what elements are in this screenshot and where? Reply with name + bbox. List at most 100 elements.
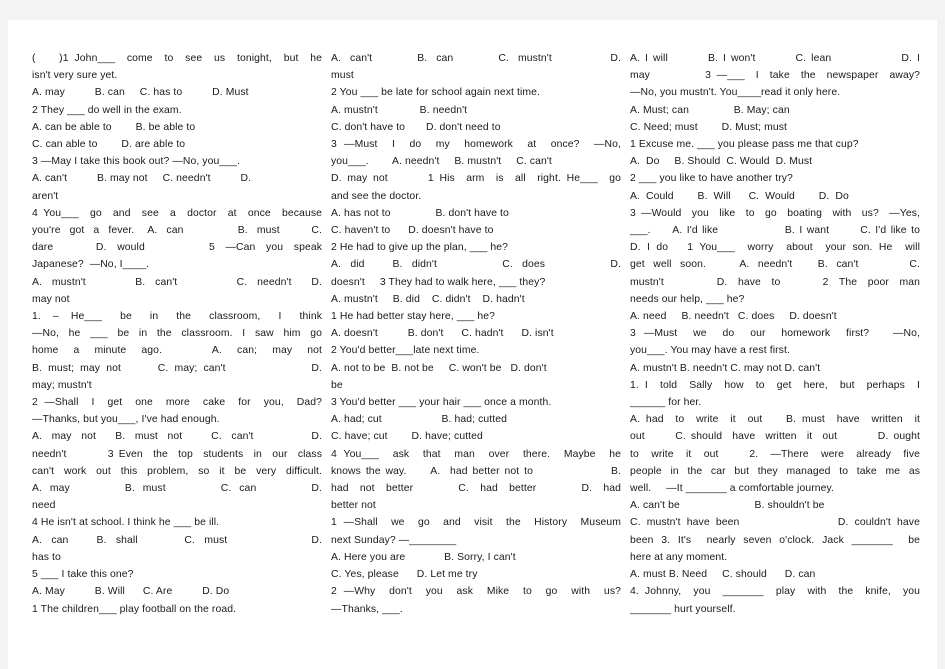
exercise-text-line: may; mustn't xyxy=(32,379,92,391)
exercise-text-line: dare D. would 5 —Can you speak xyxy=(32,242,322,254)
exercise-text-line: need xyxy=(32,500,56,512)
exercise-text-line: 3 You'd better ___ your hair ___ once a … xyxy=(331,397,552,409)
exercise-text-line: —Thanks, ___. xyxy=(331,603,403,615)
exercise-text-line: C. have; cut D. have; cutted xyxy=(331,431,483,443)
exercise-text-line: A. can't B. can C. mustn't D. xyxy=(331,53,621,64)
exercise-text-line: 2 —Shall I get one more cake for you, Da… xyxy=(32,397,322,409)
exercise-text-line: A. mustn't B. needn't C. may not D. can'… xyxy=(630,362,821,374)
exercise-text-line: C. Need; must D. Must; must xyxy=(630,121,787,133)
exercise-text-line: 2 —Why don't you ask Mike to go with us? xyxy=(331,586,621,598)
exercise-text-line: 3 —May I take this book out? —No, you___… xyxy=(32,156,240,168)
exercise-text-line: can't work out this problem, so it be ve… xyxy=(32,465,322,477)
exercise-text-line: C. can able to D. are able to xyxy=(32,139,186,151)
exercise-text-line: get well soon. A. needn't B. can't C. xyxy=(630,259,920,271)
exercise-text-line: A. had to write it out B. must have writ… xyxy=(630,414,920,426)
exercise-text-line: knows the way. A. had better not to B. xyxy=(331,465,621,477)
exercise-text-line: 1 —Shall we go and visit the History Mus… xyxy=(331,517,621,529)
exercise-text-line: A. can be able to B. be able to xyxy=(32,121,196,133)
exercise-text-line: A. not to be B. not be C. won't be D. do… xyxy=(331,362,547,374)
exercise-text-line: has to xyxy=(32,551,61,563)
exercise-text-line: you___. A. needn't B. mustn't C. can't xyxy=(331,156,552,168)
exercise-text-line: 3 —Must I do my homework at once? —No, xyxy=(331,139,621,151)
exercise-text-line: C. Yes, please D. Let me try xyxy=(331,569,478,581)
exercise-text-line: 4 You___ go and see a doctor at once bec… xyxy=(32,207,322,219)
exercise-text-line: ______ for her. xyxy=(630,397,702,409)
exercise-text-line: 2 You ___ be late for school again next … xyxy=(331,87,540,99)
exercise-text-line: mustn't D. have to 2 The poor man xyxy=(630,276,920,288)
exercise-text-line: may not xyxy=(32,293,70,305)
exercise-text-line: 4 You___ ask that man over there. Maybe … xyxy=(331,448,621,460)
exercise-text-line: 2 ___ you like to have another try? xyxy=(630,173,793,185)
exercise-text-line: you___. You may have a rest first. xyxy=(630,345,790,357)
worksheet-page: ( )1 John___ come to see us tonight, but… xyxy=(8,20,937,669)
exercise-text-line: 1. I told Sally how to get here, but per… xyxy=(630,379,920,391)
exercise-text-line: A. Do B. Should C. Would D. Must xyxy=(630,156,813,168)
exercise-text-line: needn't 3 Even the top students in our c… xyxy=(32,448,322,460)
exercise-text-line: 1. – He___ be in the classroom, I think xyxy=(32,311,322,323)
exercise-text-line: —No, he ___ be in the classroom. I saw h… xyxy=(32,328,322,340)
exercise-text-line: A. had; cut B. had; cutted xyxy=(331,414,508,426)
exercise-text-line: A. mustn't B. needn't xyxy=(331,104,468,116)
exercise-text-line: 2 He had to give up the plan, ___ he? xyxy=(331,242,509,254)
exercise-text-line: A. doesn't B. don't C. hadn't D. isn't xyxy=(331,328,554,340)
exercise-text-line: here at any moment. xyxy=(630,551,728,563)
exercise-column-3: A. I will B. I won't C. lean D. I may 3 —… xyxy=(630,50,920,650)
exercise-text-line: A. Must; can B. May; can xyxy=(630,104,790,116)
exercise-text-line: A. can B. shall C. must D. xyxy=(32,534,322,546)
exercise-text-line: B. must; may not C. may; can't D. xyxy=(32,362,322,374)
exercise-text-line: D. may not 1 His arm is all right. He___… xyxy=(331,173,621,185)
exercise-text-line: 4 He isn't at school. I think he ___ be … xyxy=(32,517,220,529)
exercise-text-line: C. mustn't have been D. couldn't have xyxy=(630,517,920,529)
exercise-text-line: must xyxy=(331,70,354,82)
exercise-text-line: A. Here you are B. Sorry, I can't xyxy=(331,551,516,563)
exercise-text-line: A. did B. didn't C. does D. xyxy=(331,259,621,271)
exercise-text-line: A. May B. Will C. Are D. Do xyxy=(32,586,230,598)
exercise-text-line: well. —It _______ a comfortable journey. xyxy=(630,483,835,495)
exercise-text-line: D. I do 1 You___ worry about your son. H… xyxy=(630,242,920,254)
exercise-text-line: C. haven't to D. doesn't have to xyxy=(331,225,494,237)
exercise-text-line: 1 He had better stay here, ___ he? xyxy=(331,311,495,323)
exercise-text-line: next Sunday? —________ xyxy=(331,534,457,546)
exercise-text-line: needs our help, ___ he? xyxy=(630,293,745,305)
exercise-text-line: 1 Excuse me. ___ you please pass me that… xyxy=(630,139,859,151)
exercise-text-line: better not xyxy=(331,500,376,512)
exercise-text-line: A. has not to B. don't have to xyxy=(331,207,509,219)
exercise-text-line: doesn't 3 They had to walk here, ___ the… xyxy=(331,276,546,288)
exercise-text-line: had not better C. had better D. had xyxy=(331,483,621,495)
exercise-text-line: home a minute ago. A. can; may not xyxy=(32,345,322,357)
exercise-text-line: 2 They ___ do well in the exam. xyxy=(32,104,182,116)
exercise-text-line: isn't very sure yet. xyxy=(32,70,118,82)
exercise-text-line: A. may B. can C. has to D. Must xyxy=(32,87,249,99)
exercise-text-line: to write it out 2. —There were already f… xyxy=(630,448,920,460)
exercise-text-line: A. I will B. I won't C. lean D. I xyxy=(630,53,920,64)
exercise-text-line: A. may B. must C. can D. xyxy=(32,483,322,495)
exercise-text-line: you're got a fever. A. can B. must C. xyxy=(32,225,322,237)
exercise-text-line: A. may not B. must not C. can't D. xyxy=(32,431,322,443)
worksheet-columns: ( )1 John___ come to see us tonight, but… xyxy=(32,50,920,650)
exercise-text-line: 3 —Would you like to go boating with us?… xyxy=(630,207,920,219)
exercise-text-line: A. mustn't B. can't C. needn't D. xyxy=(32,276,322,288)
exercise-column-1: ( )1 John___ come to see us tonight, but… xyxy=(32,50,322,650)
exercise-text-line: out C. should have written it out D. oug… xyxy=(630,431,920,443)
exercise-text-line: 3 —Must we do our homework first? —No, xyxy=(630,328,920,340)
exercise-text-line: and see the doctor. xyxy=(331,190,422,202)
exercise-text-line: A. mustn't B. did C. didn't D. hadn't xyxy=(331,293,525,305)
exercise-text-line: A. can't B. may not C. needn't D. xyxy=(32,173,252,185)
exercise-text-line: _______ hurt yourself. xyxy=(630,603,736,615)
exercise-text-line: ___. A. I'd like B. I want C. I'd like t… xyxy=(630,225,920,237)
exercise-text-line: A. must B. Need C. should D. can xyxy=(630,569,816,581)
exercise-text-line: 5 ___ I take this one? xyxy=(32,569,134,581)
exercise-text-line: aren't xyxy=(32,190,59,202)
exercise-text-line: 4. Johnny, you _______ play with the kni… xyxy=(630,586,920,598)
exercise-text-line: A. Could B. Will C. Would D. Do xyxy=(630,190,849,202)
exercise-text-line: A. can't be B. shouldn't be xyxy=(630,500,825,512)
exercise-text-line: 2 You'd better___late next time. xyxy=(331,345,480,357)
exercise-text-line: may 3 —___ I take the newspaper away? xyxy=(630,70,920,82)
exercise-text-line: C. don't have to D. don't need to xyxy=(331,121,501,133)
exercise-text-line: 1 The children___ play football on the r… xyxy=(32,603,237,615)
exercise-text-line: been 3. It's nearly seven o'clock. Jack … xyxy=(630,534,920,546)
exercise-text-line: Japanese? —No, I____. xyxy=(32,259,150,271)
exercise-text-line: ( )1 John___ come to see us tonight, but… xyxy=(32,53,322,64)
exercise-text-line: A. need B. needn't C. does D. doesn't xyxy=(630,311,837,323)
exercise-text-line: —No, you mustn't. You____read it only he… xyxy=(630,87,841,99)
